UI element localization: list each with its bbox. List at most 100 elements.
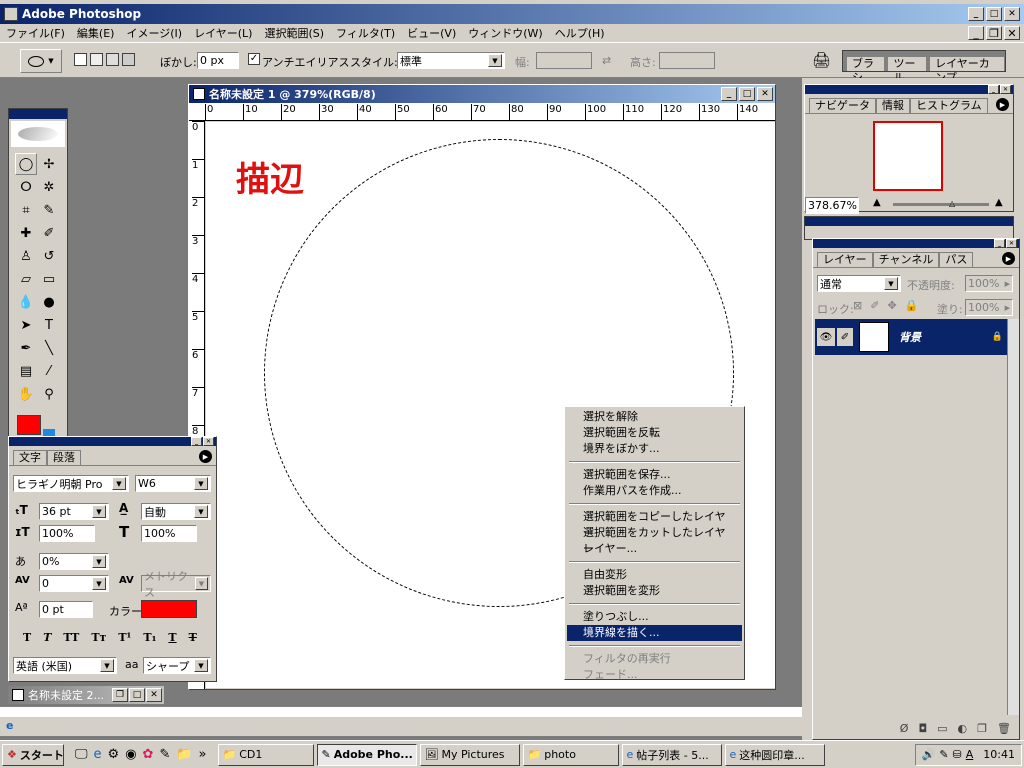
leading-field[interactable]: 自動 ▼ xyxy=(141,503,211,520)
intersect-selection-icon[interactable] xyxy=(122,53,135,66)
eraser-tool-icon[interactable]: ▱ xyxy=(15,268,37,290)
quicklaunch-ie-icon[interactable]: e xyxy=(94,747,102,762)
task-cd1[interactable]: 📁 CD1 xyxy=(217,743,314,766)
menu-item-layer-via-copy[interactable]: 選択範囲をコピーしたレイヤー xyxy=(567,509,742,539)
magic-wand-icon[interactable]: ✲ xyxy=(38,176,60,198)
antialias-checkbox[interactable]: ✓ xyxy=(248,53,260,65)
panel-minimize-icon[interactable]: _ xyxy=(191,437,202,446)
swap-icon[interactable]: ⇄ xyxy=(602,54,611,67)
close-icon[interactable]: ✕ xyxy=(1004,7,1020,21)
tray-input-icon[interactable]: A xyxy=(966,748,974,761)
font-size-field[interactable]: 36 pt ▼ xyxy=(39,503,109,520)
quicklaunch-more-icon[interactable]: » xyxy=(199,747,207,762)
gradient-tool-icon[interactable]: ▭ xyxy=(38,268,60,290)
hand-tool-icon[interactable]: ✋ xyxy=(15,383,37,405)
pen-tool-icon[interactable]: ✒ xyxy=(15,337,37,359)
slice-tool-icon[interactable]: ✎ xyxy=(38,199,60,221)
menu-item-stroke[interactable]: 境界線を描く... xyxy=(567,625,742,641)
panel-menu-icon[interactable]: ▶ xyxy=(996,98,1009,111)
healing-brush-icon[interactable]: ✚ xyxy=(15,222,37,244)
doc-restore-icon[interactable]: ❐ xyxy=(986,26,1002,40)
tab-channels[interactable]: チャンネル xyxy=(872,252,940,267)
all-caps-icon[interactable]: TT xyxy=(63,631,79,644)
new-set-icon[interactable]: ▭ xyxy=(937,722,947,735)
panel-close-icon[interactable]: ✕ xyxy=(203,437,214,446)
menu-help[interactable]: ヘルプ(H) xyxy=(549,25,611,41)
foreground-color-swatch[interactable] xyxy=(17,415,41,435)
menu-item-new-layer[interactable]: レイヤー... xyxy=(567,541,742,557)
zoom-field[interactable]: 378.67% xyxy=(805,197,859,214)
lock-position-icon[interactable]: ✥ xyxy=(887,299,896,312)
tab-info[interactable]: 情報 xyxy=(876,98,910,113)
app-title-bar[interactable]: Adobe Photoshop _ □ ✕ xyxy=(0,4,1024,24)
menu-image[interactable]: イメージ(I) xyxy=(120,25,188,41)
menu-filter[interactable]: フィルタ(T) xyxy=(330,25,401,41)
panel-menu-icon[interactable]: ▶ xyxy=(199,450,212,463)
menu-item-deselect[interactable]: 選択を解除 xyxy=(567,409,742,425)
subscript-icon[interactable]: T₁ xyxy=(143,631,156,644)
font-family-select[interactable]: ヒラギノ明朝 Pro ▼ xyxy=(13,475,129,492)
tsume-field[interactable]: 0% ▼ xyxy=(39,553,109,570)
small-caps-icon[interactable]: Tт xyxy=(91,631,106,644)
menu-select[interactable]: 選択範囲(S) xyxy=(258,25,330,41)
tab-character[interactable]: 文字 xyxy=(13,450,47,465)
menu-window[interactable]: ウィンドウ(W) xyxy=(462,25,548,41)
menu-item-transform-selection[interactable]: 選択範囲を変形 xyxy=(567,583,742,599)
quicklaunch-pen-icon[interactable]: ✎ xyxy=(159,747,170,762)
text-color-swatch[interactable] xyxy=(141,600,197,618)
faux-italic-icon[interactable]: T xyxy=(43,631,51,644)
menu-layer[interactable]: レイヤー(L) xyxy=(188,25,258,41)
tool-preset-picker[interactable]: ▼ xyxy=(20,49,62,73)
menu-item-feather[interactable]: 境界をぼかす... xyxy=(567,441,742,457)
palette-well-icon[interactable]: 🖨 xyxy=(812,51,831,69)
line-tool-icon[interactable]: ╲ xyxy=(38,337,60,359)
restore-icon[interactable]: ❐ xyxy=(112,688,128,702)
superscript-icon[interactable]: T¹ xyxy=(118,631,131,644)
tray-network-icon[interactable]: ⛁ xyxy=(953,748,962,761)
zoom-tool-icon[interactable]: ⚲ xyxy=(38,383,60,405)
tab-layers[interactable]: レイヤー xyxy=(817,252,873,267)
move-tool-icon[interactable]: ✢ xyxy=(38,153,60,175)
menu-item-inverse[interactable]: 選択範囲を反転 xyxy=(567,425,742,441)
doc-window-minimize-icon[interactable]: _ xyxy=(721,87,737,101)
eye-icon[interactable]: 👁 xyxy=(817,328,835,346)
minimized-document[interactable]: 名称未設定 2... ❐ □ ✕ xyxy=(8,686,164,704)
task-seal[interactable]: e 这种圆印章... xyxy=(724,743,825,766)
menu-file[interactable]: ファイル(F) xyxy=(0,25,71,41)
baseline-shift-field[interactable]: 0 pt xyxy=(39,601,93,618)
eyedropper-icon[interactable]: ⁄ xyxy=(38,360,60,382)
quicklaunch-flower-icon[interactable]: ✿ xyxy=(143,747,154,762)
doc-minimize-icon[interactable]: _ xyxy=(968,26,984,40)
panel-close-icon[interactable]: ✕ xyxy=(1006,239,1017,248)
language-select[interactable]: 英語 (米国) ▼ xyxy=(13,657,117,674)
zoom-out-icon[interactable]: ▲ xyxy=(873,197,881,208)
faux-bold-icon[interactable]: T xyxy=(23,631,31,644)
lock-transparency-icon[interactable]: ⊠ xyxy=(853,299,862,312)
layer-row-background[interactable]: 👁 ✐ 背景 🔒 xyxy=(815,319,1007,355)
underline-icon[interactable]: T xyxy=(168,631,176,644)
quicklaunch-firefox-icon[interactable]: ◉ xyxy=(125,747,136,762)
document-title-bar[interactable]: 名称未設定 1 @ 379%(RGB/8) _ □ ✕ xyxy=(189,85,775,103)
crop-tool-icon[interactable]: ⌗ xyxy=(15,199,37,221)
style-select[interactable]: 標準 ▼ xyxy=(397,52,505,69)
type-tool-icon[interactable]: T xyxy=(38,314,60,336)
task-photoshop[interactable]: ✎ Adobe Pho... xyxy=(316,743,417,766)
tab-histogram[interactable]: ヒストグラム xyxy=(910,98,988,113)
minimize-icon[interactable]: _ xyxy=(968,7,984,21)
tracking-field[interactable]: メトリクス ▼ xyxy=(141,570,211,599)
doc-close-icon[interactable]: ✕ xyxy=(1004,26,1020,40)
panel-minimize-icon[interactable]: _ xyxy=(988,85,999,94)
vertical-scale-field[interactable]: 100% xyxy=(39,525,95,542)
dodge-tool-icon[interactable]: ● xyxy=(38,291,60,313)
navigator-thumbnail[interactable] xyxy=(873,121,943,191)
tab-paragraph[interactable]: 段落 xyxy=(47,450,81,465)
trash-icon[interactable]: 🗑 xyxy=(997,722,1011,735)
maximize-icon[interactable]: □ xyxy=(129,688,145,702)
volume-icon[interactable]: 🔊 xyxy=(922,748,936,761)
zoom-slider[interactable]: △ xyxy=(893,199,989,208)
menu-item-save-selection[interactable]: 選択範囲を保存... xyxy=(567,467,742,483)
start-button[interactable]: ❖ スタート xyxy=(2,743,64,766)
menu-item-make-work-path[interactable]: 作業用パスを作成... xyxy=(567,483,742,499)
layer-mask-icon[interactable]: ◘ xyxy=(918,722,927,735)
antialias-method-select[interactable]: シャープ ▼ xyxy=(143,657,211,674)
